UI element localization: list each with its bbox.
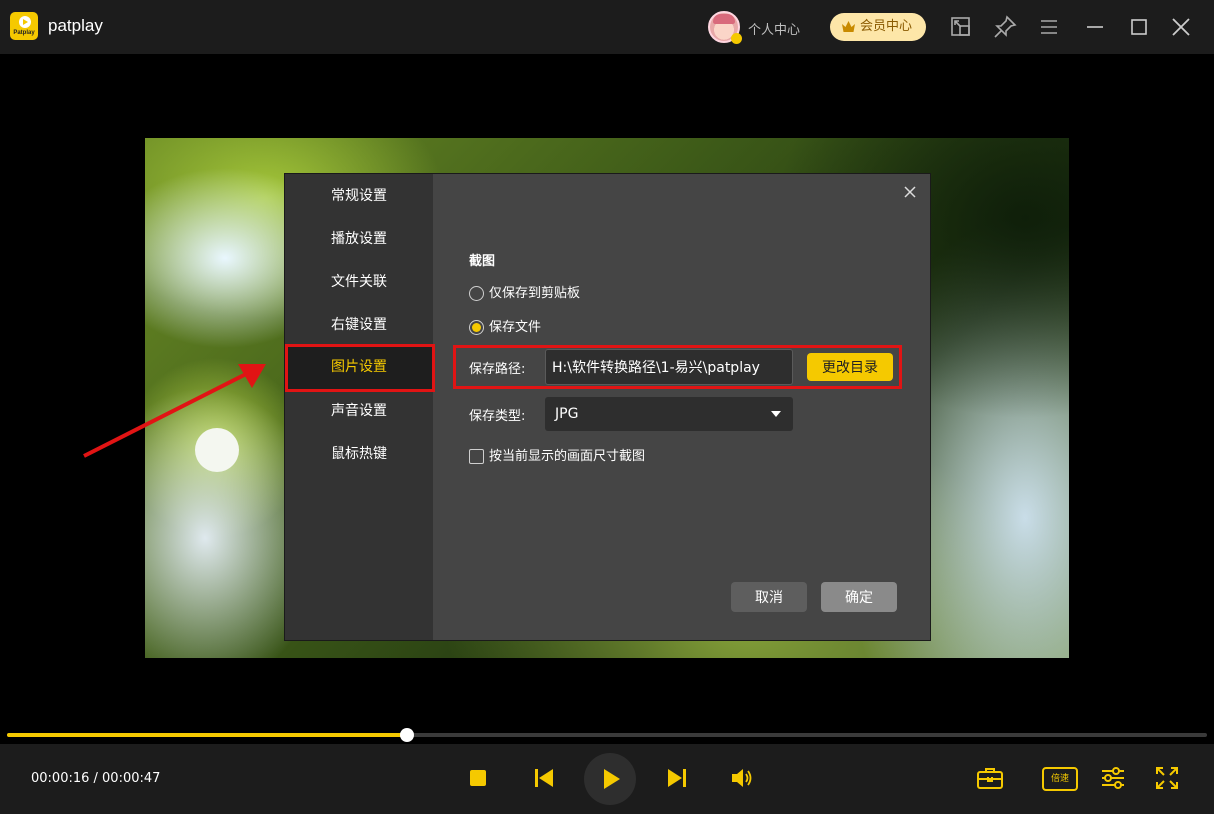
stop-button[interactable] xyxy=(464,764,492,792)
crown-icon xyxy=(842,21,855,32)
radio-save-file-indicator[interactable] xyxy=(469,320,484,335)
pin-button[interactable] xyxy=(992,14,1018,40)
highlight-box-sidebar xyxy=(285,344,435,392)
vip-center-label: 会员中心 xyxy=(860,19,913,34)
previous-button[interactable] xyxy=(530,764,558,792)
save-type-select[interactable]: JPG xyxy=(545,397,793,431)
progress-bar[interactable] xyxy=(7,728,1207,742)
minimize-button[interactable] xyxy=(1082,14,1108,40)
radio-clipboard-only[interactable]: 仅保存到剪贴板 xyxy=(469,285,580,303)
avatar-vip-badge xyxy=(731,33,742,44)
app-logo-text: Patplay xyxy=(13,30,35,36)
play-icon xyxy=(604,769,620,789)
time-display: 00:00:16 / 00:00:47 xyxy=(31,771,161,786)
sidebar-item-file-association[interactable]: 文件关联 xyxy=(285,261,433,304)
volume-icon xyxy=(732,769,752,787)
user-avatar[interactable] xyxy=(708,11,742,44)
vip-center-button[interactable]: 会员中心 xyxy=(830,13,926,41)
ok-button[interactable]: 确定 xyxy=(821,582,897,612)
dialog-close-icon[interactable] xyxy=(902,184,918,200)
maximize-icon xyxy=(1131,19,1147,35)
fullscreen-icon xyxy=(1156,767,1178,789)
current-size-checkbox-row[interactable]: 按当前显示的画面尺寸截图 xyxy=(469,448,645,466)
close-window-button[interactable] xyxy=(1168,14,1194,40)
progress-fill xyxy=(7,733,407,737)
next-button[interactable] xyxy=(663,764,691,792)
menu-button[interactable] xyxy=(1036,14,1062,40)
red-arrow-annotation xyxy=(83,364,266,458)
fullscreen-button[interactable] xyxy=(1153,764,1181,792)
sidebar-item-playback[interactable]: 播放设置 xyxy=(285,218,433,261)
minimize-icon xyxy=(1087,26,1103,28)
sidebar-item-context-menu[interactable]: 右键设置 xyxy=(285,304,433,347)
radio-save-file-label: 保存文件 xyxy=(489,320,542,335)
stop-icon xyxy=(470,770,486,786)
play-button[interactable] xyxy=(584,753,636,805)
section-title-screenshot: 截图 xyxy=(469,254,496,269)
cancel-button[interactable]: 取消 xyxy=(731,582,807,612)
mini-mode-icon xyxy=(951,17,970,36)
progress-handle[interactable] xyxy=(399,728,414,742)
equalizer-icon xyxy=(1102,767,1124,789)
play-logo-icon xyxy=(19,16,31,28)
app-name: patplay xyxy=(48,16,103,35)
current-size-label: 按当前显示的画面尺寸截图 xyxy=(489,449,646,464)
chevron-down-icon xyxy=(771,411,781,417)
save-type-label: 保存类型: xyxy=(469,409,526,424)
app-logo: Patplay xyxy=(10,12,38,40)
change-directory-button[interactable]: 更改目录 xyxy=(807,353,893,381)
previous-icon xyxy=(535,769,553,787)
toolbox-icon xyxy=(977,768,1003,789)
radio-save-file[interactable]: 保存文件 xyxy=(469,319,541,337)
equalizer-button[interactable] xyxy=(1099,764,1127,792)
volume-button[interactable] xyxy=(728,764,756,792)
sidebar-item-audio[interactable]: 声音设置 xyxy=(285,390,433,433)
avatar-hair xyxy=(713,14,735,24)
mini-mode-button[interactable] xyxy=(948,14,974,40)
radio-clipboard-label: 仅保存到剪贴板 xyxy=(489,286,581,301)
next-icon xyxy=(668,769,686,787)
sidebar-item-mouse-hotkeys[interactable]: 鼠标热键 xyxy=(285,433,433,476)
pin-icon xyxy=(994,15,1017,38)
close-icon xyxy=(1172,18,1190,36)
current-size-checkbox[interactable] xyxy=(469,449,484,464)
title-bar: Patplay patplay 个人中心 会员中心 xyxy=(0,0,1214,54)
maximize-button[interactable] xyxy=(1126,14,1152,40)
save-path-label: 保存路径: xyxy=(469,362,526,377)
player-controls: 00:00:16 / 00:00:47 倍速 xyxy=(0,744,1214,814)
menu-icon xyxy=(1041,20,1057,34)
sidebar-item-general[interactable]: 常规设置 xyxy=(285,175,433,218)
save-path-input[interactable] xyxy=(545,349,793,385)
user-center-link[interactable]: 个人中心 xyxy=(748,19,800,38)
save-type-value: JPG xyxy=(555,406,579,422)
toolbox-button[interactable] xyxy=(976,764,1004,792)
settings-sidebar: 常规设置 播放设置 文件关联 右键设置 图片设置 声音设置 鼠标热键 xyxy=(285,174,433,640)
speed-button[interactable]: 倍速 xyxy=(1042,767,1078,791)
radio-clipboard-indicator[interactable] xyxy=(469,286,484,301)
settings-dialog: 常规设置 播放设置 文件关联 右键设置 图片设置 声音设置 鼠标热键 截图 仅保… xyxy=(284,173,931,641)
